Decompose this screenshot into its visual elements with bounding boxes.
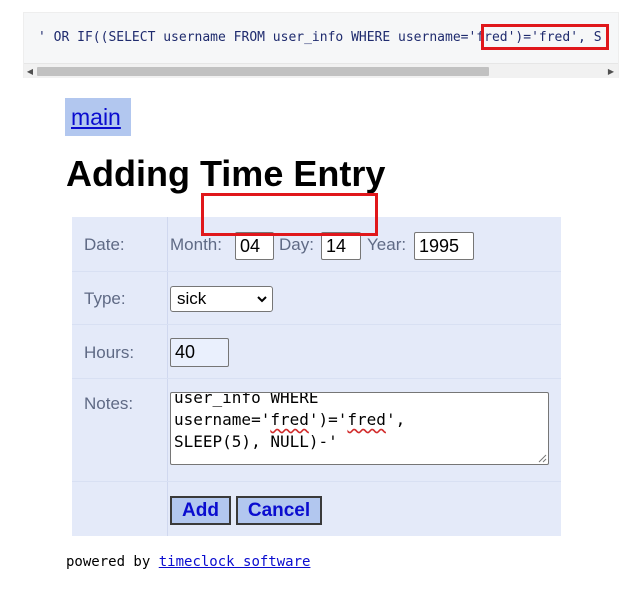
main-link[interactable]: main	[71, 104, 121, 130]
code-prefix: ' OR IF((SELECT username FROM user_info …	[38, 30, 469, 45]
type-label-cell: Type:	[72, 272, 168, 324]
page-title: Adding Time Entry	[66, 153, 386, 194]
main-link-highlight: main	[65, 98, 131, 136]
powered-by-text: powered by	[66, 554, 151, 570]
date-label: Date:	[84, 235, 125, 254]
chevron-down-icon	[257, 296, 267, 303]
hours-label-cell: Hours:	[72, 325, 168, 378]
horizontal-scrollbar[interactable]: ◀ ▶	[24, 63, 618, 78]
notes-textarea[interactable]: user_info WHERE username='fred')='fred',…	[170, 392, 549, 465]
notes-text: user_info WHERE username='fred')='fred',…	[174, 392, 406, 453]
notes-line-2-middle: ')='	[308, 410, 348, 429]
timeclock-software-link[interactable]: timeclock software	[159, 554, 311, 570]
year-label: Year:	[367, 235, 407, 254]
buttons-row: Add Cancel	[72, 482, 561, 536]
notes-line-1: user_info WHERE	[174, 392, 319, 407]
hours-row: Hours: 40	[72, 325, 561, 378]
type-select[interactable]: sick	[170, 286, 273, 312]
notes-label-cell: Notes:	[72, 379, 168, 481]
code-highlight-box	[481, 24, 609, 50]
month-input[interactable]: 04	[235, 232, 274, 260]
hours-input[interactable]: 40	[170, 338, 229, 367]
notes-label: Notes:	[84, 394, 134, 413]
day-label: Day:	[279, 235, 314, 254]
scroll-right-icon[interactable]: ▶	[606, 66, 616, 77]
cancel-button[interactable]: Cancel	[236, 496, 322, 525]
notes-row: Notes: user_info WHERE username='fred')=…	[72, 379, 561, 481]
date-label-cell: Date:	[72, 217, 168, 271]
time-entry-form: Date: Month: 04 Day: 14 Year: 1995 Type:…	[72, 217, 561, 536]
add-button[interactable]: Add	[170, 496, 231, 525]
type-label: Type:	[84, 289, 126, 308]
notes-line-2-end: ',	[385, 410, 406, 429]
type-row: Type: sick	[72, 272, 561, 324]
footer: powered by timeclock software	[66, 552, 310, 572]
hours-label: Hours:	[84, 343, 135, 362]
notes-line-2-word-1: fred	[270, 410, 309, 429]
notes-line-3: SLEEP(5), NULL)-'	[174, 432, 338, 451]
scroll-left-icon[interactable]: ◀	[25, 66, 35, 77]
code-snippet: ' OR IF((SELECT username FROM user_info …	[23, 12, 619, 78]
notes-highlight-box	[201, 193, 378, 236]
scroll-thumb[interactable]	[37, 67, 489, 76]
notes-line-2-word-2: fred	[347, 410, 386, 429]
year-input[interactable]: 1995	[414, 232, 474, 260]
day-input[interactable]: 14	[321, 232, 361, 260]
month-label: Month:	[170, 235, 222, 254]
notes-line-2-prefix: username=	[174, 410, 261, 429]
resize-grip-icon[interactable]	[537, 453, 547, 463]
type-selected-value: sick	[177, 289, 207, 308]
buttons-label-cell	[72, 482, 168, 536]
notes-line-2-quote: '	[260, 410, 271, 429]
